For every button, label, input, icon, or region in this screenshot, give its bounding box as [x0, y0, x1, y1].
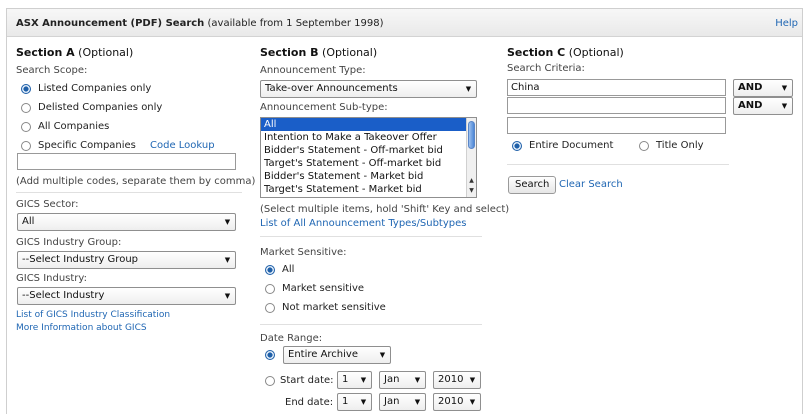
gics-industry-select[interactable]: --Select Industry ▼ — [17, 287, 236, 305]
end-day-select[interactable]: 1 ▼ — [337, 393, 372, 411]
divider — [260, 324, 482, 325]
operator-select-2[interactable]: AND ▼ — [733, 97, 793, 115]
scope-specific-label: Specific Companies — [38, 140, 136, 151]
chevron-down-icon: ▼ — [224, 256, 231, 264]
scope-delisted-label: Delisted Companies only — [38, 102, 163, 113]
entire-archive-radio[interactable] — [265, 350, 275, 360]
section-a-heading: Section A (Optional) — [16, 46, 134, 59]
scope-delisted-radio[interactable] — [21, 103, 31, 113]
scope-listed-label: Listed Companies only — [38, 83, 152, 94]
search-criteria-input-3[interactable] — [507, 117, 726, 134]
market-sensitive-label: Market Sensitive: — [260, 247, 347, 258]
market-not-sensitive-label: Not market sensitive — [282, 302, 386, 313]
subtype-option[interactable]: All — [261, 118, 476, 131]
divider — [507, 164, 729, 165]
title-only-label: Title Only — [656, 140, 704, 151]
announcement-subtype-listbox[interactable]: All Intention to Make a Takeover Offer B… — [260, 117, 477, 198]
scope-listed-radio[interactable] — [21, 84, 31, 94]
clear-search-link[interactable]: Clear Search — [559, 179, 623, 190]
start-date-label: Start date: — [280, 375, 334, 386]
divider — [16, 192, 242, 193]
title-only-radio[interactable] — [639, 141, 649, 151]
chevron-down-icon: ▼ — [224, 292, 231, 300]
all-announcement-types-link[interactable]: List of All Announcement Types/Subtypes — [260, 218, 466, 229]
chevron-down-icon: ▼ — [379, 351, 386, 359]
gics-group-label: GICS Industry Group: — [16, 237, 122, 248]
entire-archive-select[interactable]: Entire Archive ▼ — [283, 346, 391, 364]
start-month-select[interactable]: Jan ▼ — [379, 371, 426, 389]
market-sensitive-option-label: Market sensitive — [282, 283, 365, 294]
end-date-label: End date: — [285, 397, 334, 408]
subtype-option[interactable]: Target's Statement - Off-market bid — [261, 157, 476, 170]
code-lookup-link[interactable]: Code Lookup — [150, 140, 215, 151]
scope-all-radio[interactable] — [21, 122, 31, 132]
search-criteria-input-1[interactable]: China — [507, 79, 726, 96]
help-link[interactable]: Help — [775, 18, 798, 29]
gics-sector-select[interactable]: All ▼ — [17, 213, 236, 231]
chevron-down-icon: ▼ — [414, 398, 421, 406]
chevron-down-icon: ▼ — [469, 398, 476, 406]
subtype-option[interactable]: Bidder's Statement - Off-market bid — [261, 144, 476, 157]
search-criteria-input-2[interactable] — [507, 97, 726, 114]
gics-sector-label: GICS Sector: — [16, 199, 79, 210]
scroll-up-icon[interactable]: ▲ — [468, 177, 475, 184]
chevron-down-icon: ▼ — [414, 376, 421, 384]
section-b-heading: Section B (Optional) — [260, 46, 378, 59]
chevron-down-icon: ▼ — [224, 218, 231, 226]
entire-document-radio[interactable] — [512, 141, 522, 151]
scope-specific-radio[interactable] — [21, 141, 31, 151]
chevron-down-icon: ▼ — [360, 398, 367, 406]
company-codes-input[interactable] — [17, 153, 236, 170]
chevron-down-icon: ▼ — [781, 84, 788, 92]
search-panel: ASX Announcement (PDF) Search (available… — [6, 8, 803, 414]
operator-select-1[interactable]: AND ▼ — [733, 79, 793, 97]
market-all-label: All — [282, 264, 295, 275]
chevron-down-icon: ▼ — [465, 85, 472, 93]
market-not-sensitive-radio[interactable] — [265, 303, 275, 313]
market-sensitive-radio[interactable] — [265, 284, 275, 294]
scrollbar-thumb[interactable] — [468, 121, 475, 149]
announcement-type-label: Announcement Type: — [260, 65, 366, 76]
end-year-select[interactable]: 2010 ▼ — [433, 393, 481, 411]
section-c-heading: Section C (Optional) — [507, 46, 624, 59]
scroll-down-icon[interactable]: ▼ — [468, 187, 475, 194]
announcement-subtype-label: Announcement Sub-type: — [260, 102, 388, 113]
announcement-type-select[interactable]: Take-over Announcements ▼ — [260, 80, 477, 98]
gics-info-link[interactable]: More Information about GICS — [16, 323, 147, 333]
chevron-down-icon: ▼ — [469, 376, 476, 384]
search-scope-label: Search Scope: — [16, 65, 88, 76]
start-year-select[interactable]: 2010 ▼ — [433, 371, 481, 389]
date-range-radio[interactable] — [265, 376, 275, 386]
page-title: ASX Announcement (PDF) Search (available… — [16, 18, 384, 29]
gics-classification-link[interactable]: List of GICS Industry Classification — [16, 310, 170, 320]
market-all-radio[interactable] — [265, 265, 275, 275]
multi-select-hint: (Select multiple items, hold 'Shift' Key… — [260, 204, 510, 215]
end-month-select[interactable]: Jan ▼ — [379, 393, 426, 411]
gics-industry-label: GICS Industry: — [16, 273, 87, 284]
search-criteria-label: Search Criteria: — [507, 63, 585, 74]
chevron-down-icon: ▼ — [360, 376, 367, 384]
scope-all-label: All Companies — [38, 121, 110, 132]
start-day-select[interactable]: 1 ▼ — [337, 371, 372, 389]
chevron-down-icon: ▼ — [781, 102, 788, 110]
codes-hint: (Add multiple codes, separate them by co… — [16, 176, 256, 187]
gics-industry-group-select[interactable]: --Select Industry Group ▼ — [17, 251, 236, 269]
subtype-option[interactable]: Bidder's Statement - Market bid — [261, 170, 476, 183]
subtype-option[interactable]: Intention to Make a Takeover Offer — [261, 131, 476, 144]
subtype-option[interactable]: Target's Statement - Market bid — [261, 183, 476, 196]
divider — [260, 236, 482, 237]
date-range-label: Date Range: — [260, 333, 323, 344]
search-button[interactable]: Search — [508, 176, 557, 194]
title-bar: ASX Announcement (PDF) Search (available… — [7, 9, 802, 37]
listbox-scrollbar[interactable]: ▲ ▼ — [466, 118, 476, 197]
entire-document-label: Entire Document — [529, 140, 614, 151]
